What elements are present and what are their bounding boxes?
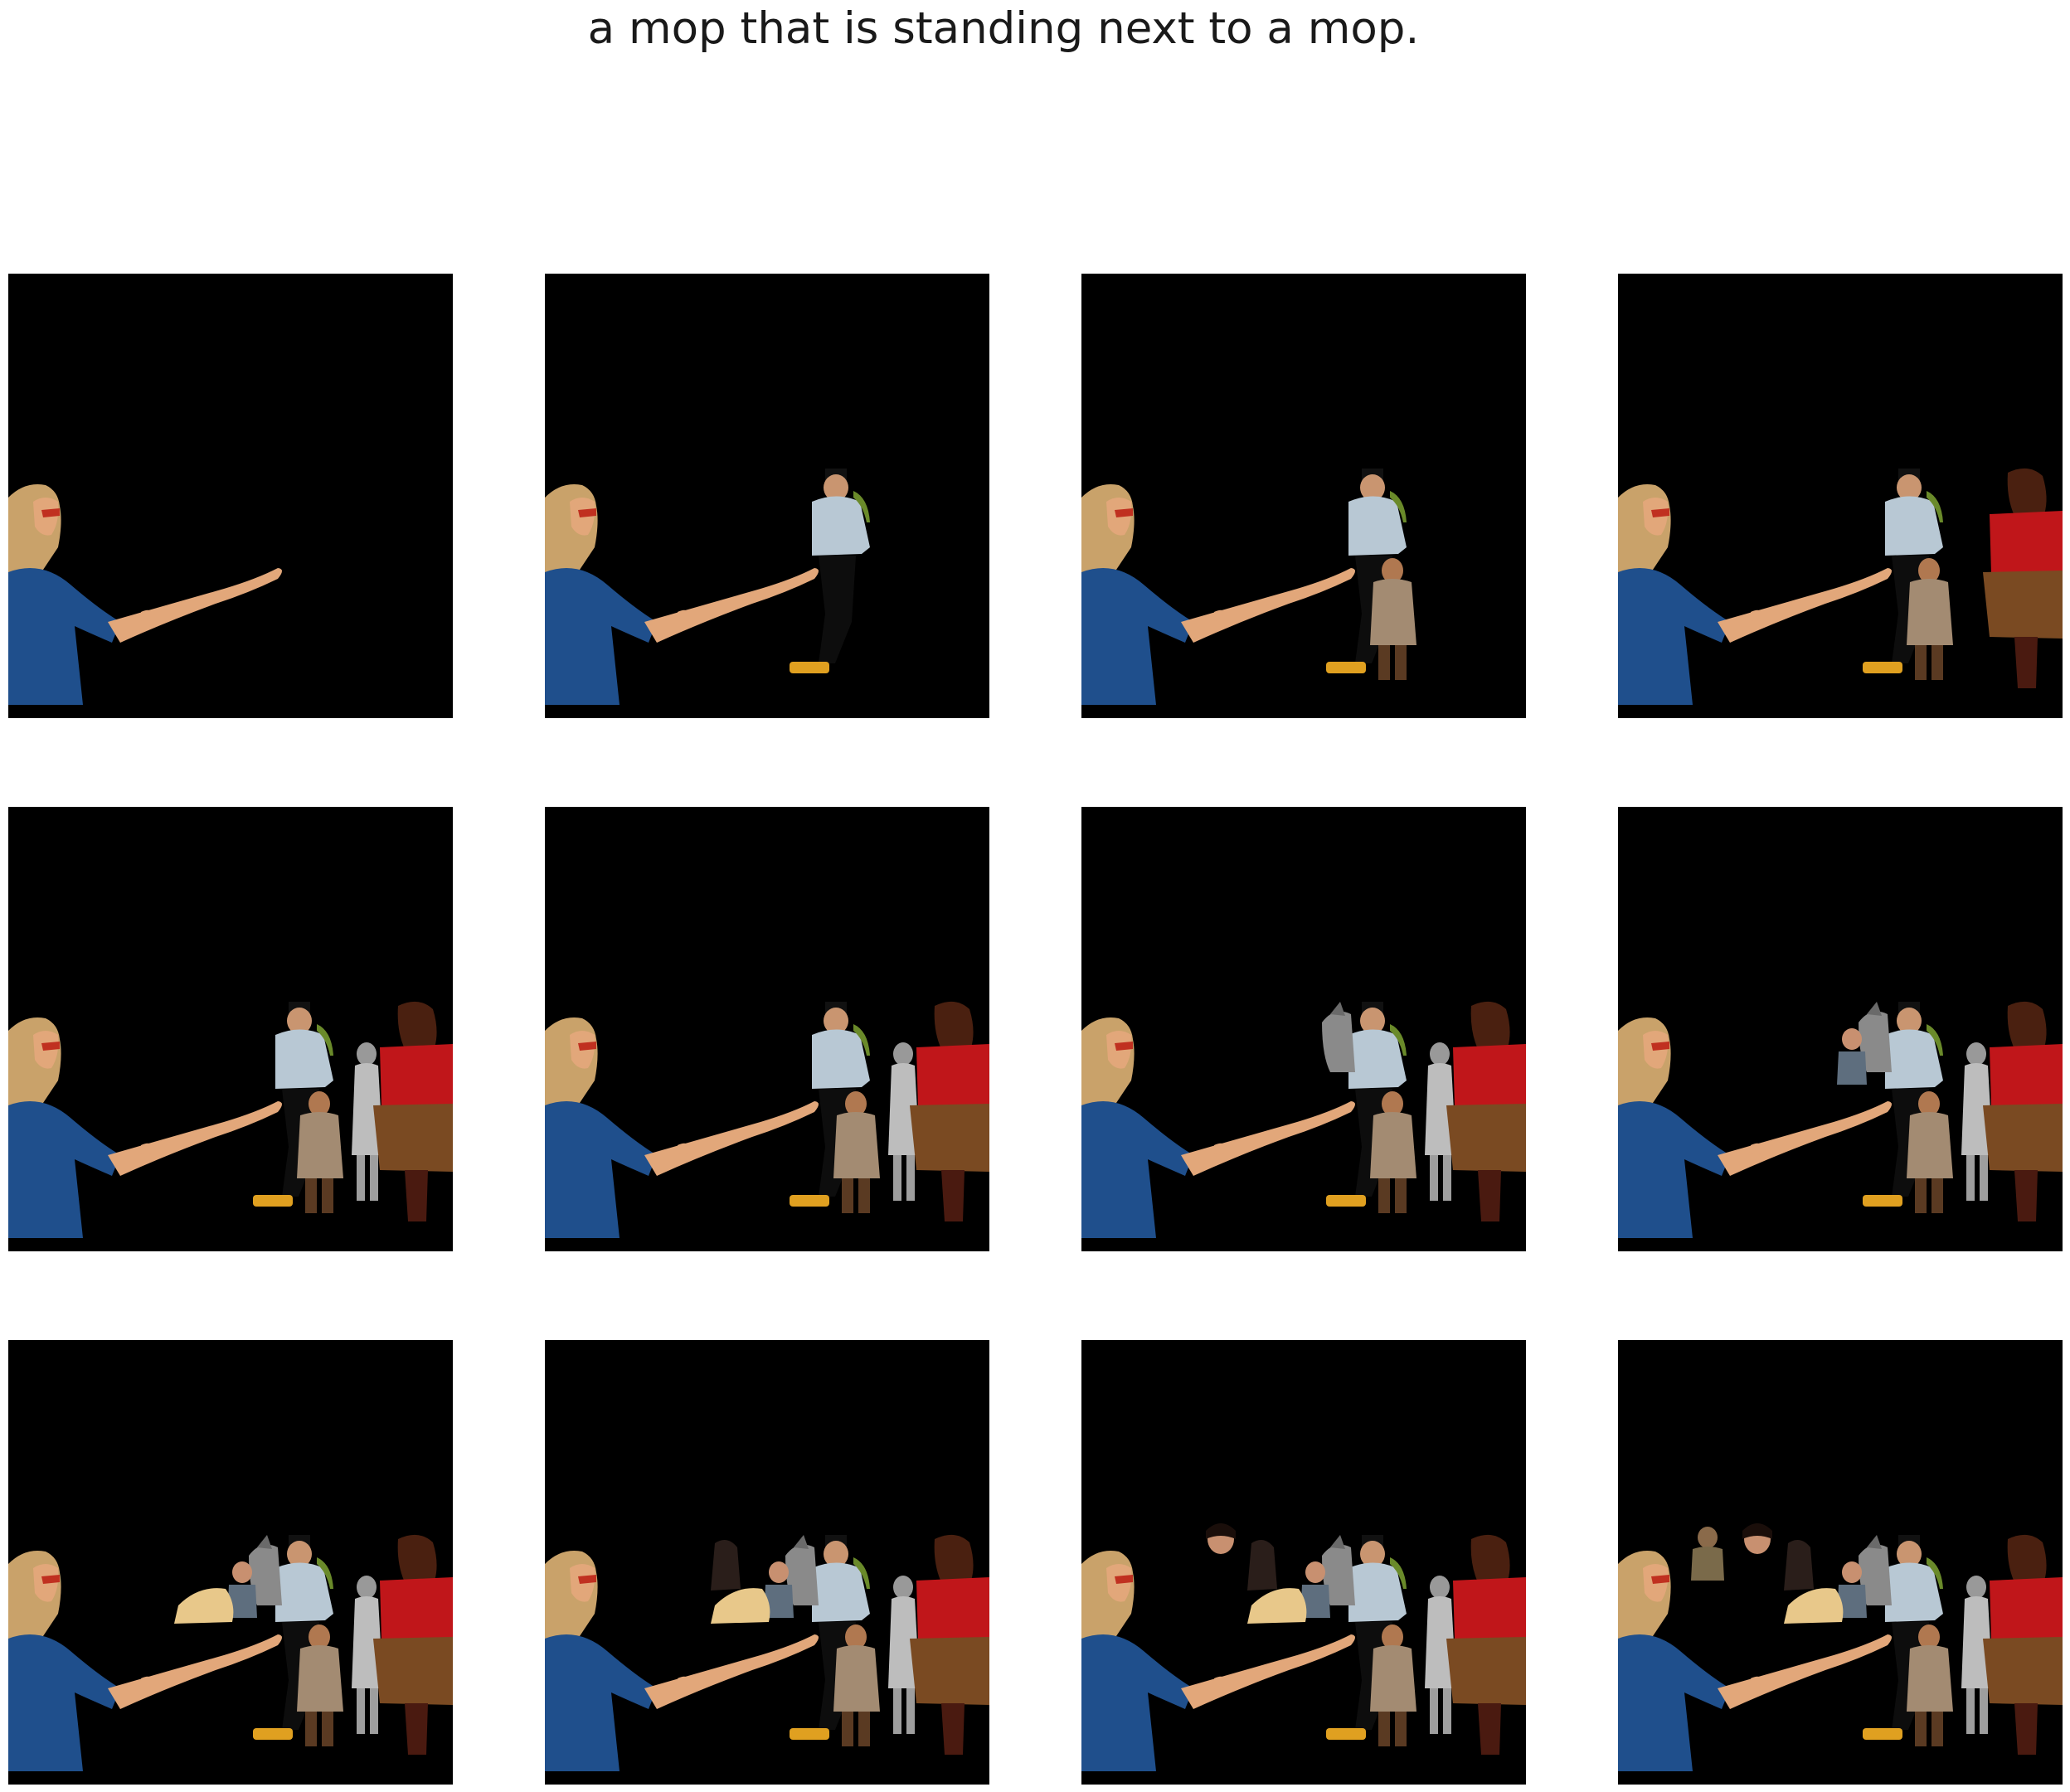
collage-panel [545, 274, 989, 718]
collage-image [8, 1340, 453, 1785]
collage-image [8, 274, 453, 718]
collage-image [545, 274, 989, 718]
figure-title: a mop that is standing next to a mop. [587, 3, 1420, 54]
dark-person-cutout [711, 1540, 741, 1590]
collage-image [1081, 807, 1526, 1251]
collage-panel [1618, 807, 2063, 1251]
collage-panel [8, 274, 453, 718]
collage-image [1618, 1340, 2063, 1785]
collage-image [1618, 807, 2063, 1251]
collage-panel [545, 1340, 989, 1785]
collage-image [1081, 274, 1526, 718]
collage-image [545, 807, 989, 1251]
collage-panel [1081, 274, 1526, 718]
dark-person-cutout [1784, 1540, 1814, 1590]
collage-image [545, 1340, 989, 1785]
collage-panel [8, 1340, 453, 1785]
collage-panel [8, 807, 453, 1251]
collage-panel [1618, 1340, 2063, 1785]
collage-image [1081, 1340, 1526, 1785]
collage-panel [545, 807, 989, 1251]
collage-image [1618, 274, 2063, 718]
collage-image [8, 807, 453, 1251]
dark-person-cutout [1247, 1540, 1277, 1590]
collage-panel [1081, 807, 1526, 1251]
collage-panel [1081, 1340, 1526, 1785]
collage-panel [1618, 274, 2063, 718]
